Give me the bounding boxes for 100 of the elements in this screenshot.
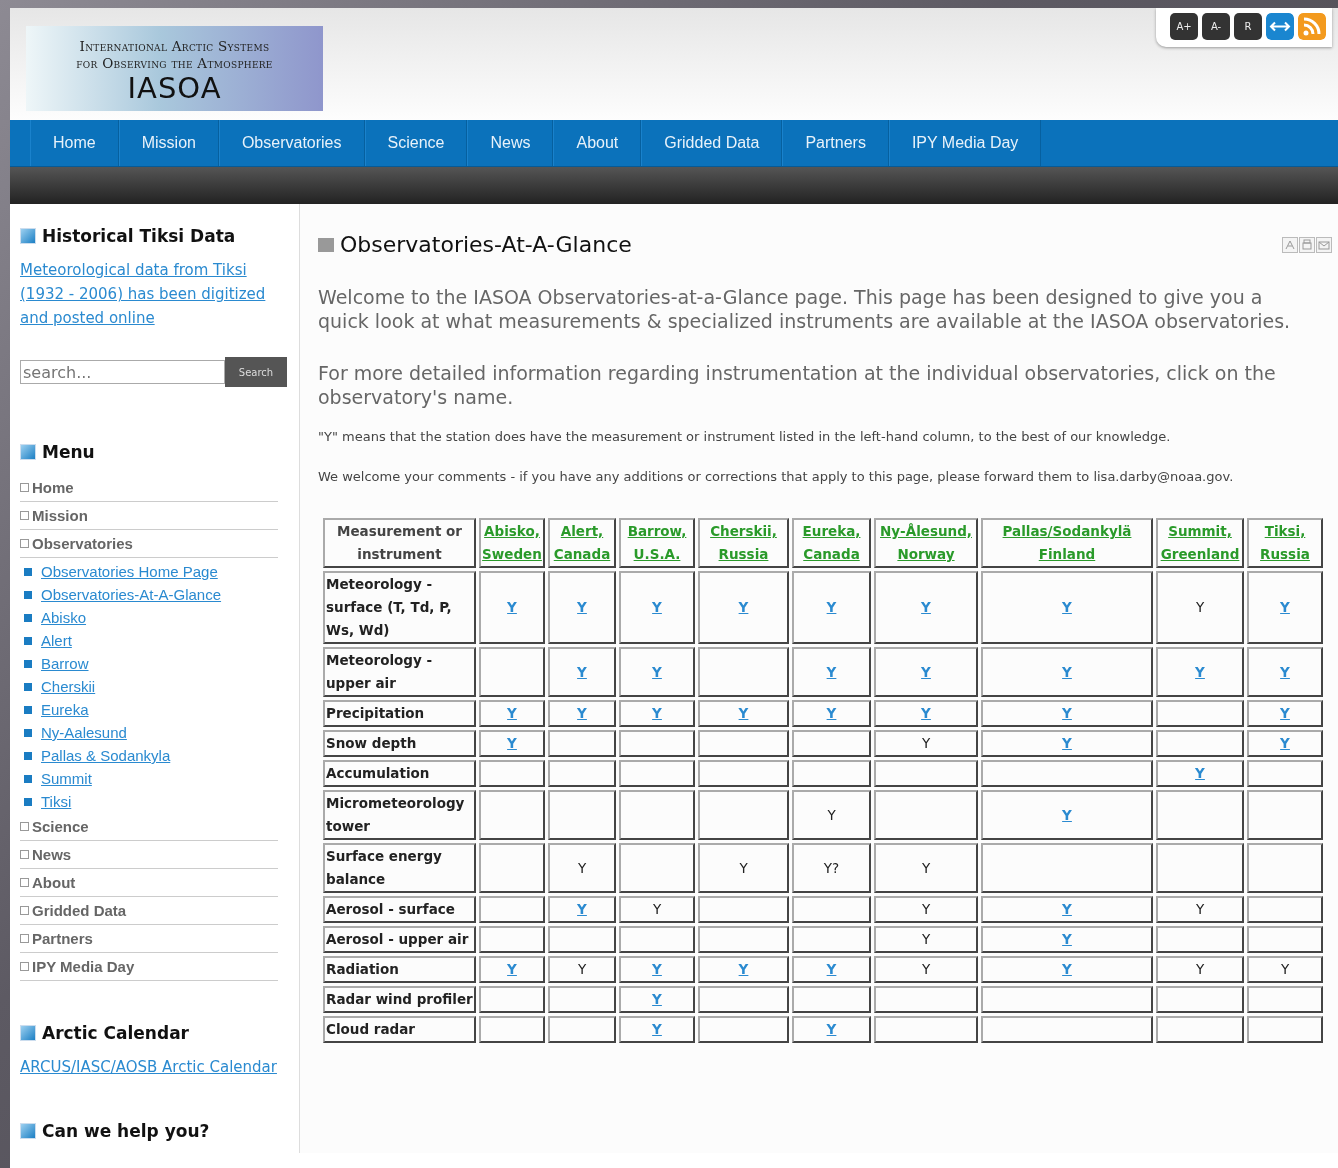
table-cell[interactable]: Y [981, 730, 1153, 757]
menu-item[interactable]: News [20, 841, 278, 869]
table-cell[interactable]: Y [792, 956, 871, 983]
submenu-link[interactable]: Barrow [41, 655, 89, 672]
table-cell[interactable]: Y [619, 647, 695, 697]
table-cell[interactable]: Y [981, 571, 1153, 644]
nav-item[interactable]: IPY Media Day [888, 120, 1042, 166]
font-size-button[interactable]: R [1234, 12, 1262, 40]
table-cell[interactable]: Y [1247, 571, 1323, 644]
table-cell[interactable]: Y [619, 986, 695, 1013]
table-cell[interactable]: Y [479, 700, 545, 727]
email-icon[interactable] [1316, 236, 1332, 253]
table-cell[interactable]: Y [792, 647, 871, 697]
table-cell[interactable]: Y [1247, 700, 1323, 727]
sidebar-link[interactable]: Meteorological data from Tiksi (1932 - 2006) has been digitized and posted online [20, 258, 287, 330]
bullet-icon [20, 878, 29, 887]
search-button[interactable]: Search [225, 357, 287, 387]
table-cell[interactable]: Y [479, 730, 545, 757]
sidebar-link[interactable]: ARCUS/IASC/AOSB Arctic Calendar [20, 1055, 287, 1079]
table-cell[interactable]: Y [619, 1016, 695, 1043]
table-cell[interactable]: Y [548, 700, 616, 727]
submenu-link[interactable]: Eureka [41, 701, 89, 718]
table-cell [479, 790, 545, 840]
table-cell[interactable]: Y [479, 956, 545, 983]
table-cell[interactable]: Y [1247, 647, 1323, 697]
menu-item[interactable]: Mission [20, 502, 278, 530]
table-cell[interactable]: Y [792, 700, 871, 727]
rss-icon[interactable] [1298, 12, 1326, 40]
nav-item[interactable]: Science [364, 120, 468, 166]
menu-item[interactable]: Observatories [20, 530, 278, 558]
column-header[interactable]: Eureka, Canada [792, 518, 871, 568]
row-label: Radiation [323, 956, 476, 983]
print-icon[interactable] [1299, 236, 1315, 253]
table-cell[interactable]: Y [698, 571, 789, 644]
column-header[interactable]: Ny-Ålesund, Norway [874, 518, 978, 568]
menu-item[interactable]: IPY Media Day [20, 953, 278, 981]
width-toggle-icon[interactable] [1266, 12, 1294, 40]
submenu-link[interactable]: Alert [41, 632, 72, 649]
column-header[interactable]: Abisko, Sweden [479, 518, 545, 568]
menu-item[interactable]: About [20, 869, 278, 897]
nav-item[interactable]: Home [30, 120, 119, 166]
column-header[interactable]: Summit, Greenland [1156, 518, 1244, 568]
table-cell[interactable]: Y [548, 896, 616, 923]
table-cell[interactable]: Y [1247, 730, 1323, 757]
table-cell[interactable]: Y [698, 956, 789, 983]
nav-item[interactable]: Observatories [218, 120, 365, 166]
submenu-link[interactable]: Abisko [41, 609, 87, 626]
font-size-button[interactable]: A+ [1170, 12, 1198, 40]
table-cell[interactable]: Y [874, 571, 978, 644]
bullet-icon [24, 682, 32, 691]
nav-item[interactable]: Partners [782, 120, 889, 166]
submenu-link[interactable]: Cherskii [41, 678, 96, 695]
submenu-link[interactable]: Observatories-At-A-Glance [41, 586, 222, 603]
table-cell[interactable]: Y [874, 700, 978, 727]
font-size-button[interactable]: A- [1202, 12, 1230, 40]
nav-item[interactable]: Gridded Data [641, 120, 783, 166]
nav-item[interactable]: News [467, 120, 554, 166]
table-cell[interactable]: Y [981, 926, 1153, 953]
column-header[interactable]: Barrow, U.S.A. [619, 518, 695, 568]
table-cell: Y [874, 730, 978, 757]
table-cell[interactable]: Y [981, 896, 1153, 923]
table-cell[interactable]: Y [981, 956, 1153, 983]
table-cell[interactable]: Y [981, 790, 1153, 840]
submenu-link[interactable]: Observatories Home Page [41, 563, 218, 580]
table-cell [479, 1016, 545, 1043]
menu-item[interactable]: Gridded Data [20, 897, 278, 925]
search-field[interactable]: search... [20, 360, 225, 384]
table-cell[interactable]: Y [619, 700, 695, 727]
nav-item[interactable]: About [553, 120, 642, 166]
row-label: Meteorology - upper air [323, 647, 476, 697]
column-header[interactable]: Alert, Canada [548, 518, 616, 568]
bullet-icon [24, 774, 32, 783]
table-cell[interactable]: Y [981, 700, 1153, 727]
table-cell[interactable]: Y [619, 956, 695, 983]
submenu-link[interactable]: Summit [41, 770, 92, 787]
table-cell[interactable]: Y [792, 1016, 871, 1043]
table-cell[interactable]: Y [1156, 760, 1244, 787]
table-cell[interactable]: Y [874, 647, 978, 697]
menu-item[interactable]: Science [20, 813, 278, 841]
pdf-icon[interactable] [1282, 236, 1298, 253]
table-cell[interactable]: Y [792, 571, 871, 644]
table-cell[interactable]: Y [548, 571, 616, 644]
logo[interactable]: International Arctic Systems for Observing the Atmosphere IASOA [26, 26, 323, 111]
menu-item[interactable]: Partners [20, 925, 278, 953]
nav-item[interactable]: Mission [118, 120, 219, 166]
submenu-link[interactable]: Pallas & Sodankyla [41, 747, 171, 764]
column-header[interactable]: Pallas/Sodankylä Finland [981, 518, 1153, 568]
table-cell[interactable]: Y [698, 700, 789, 727]
submenu-link[interactable]: Tiksi [41, 793, 72, 810]
sidebar-heading: Historical Tiksi Data [42, 226, 236, 246]
table-cell[interactable]: Y [1156, 647, 1244, 697]
table-cell[interactable]: Y [548, 647, 616, 697]
table-cell[interactable]: Y [619, 571, 695, 644]
table-cell[interactable]: Y [479, 571, 545, 644]
submenu-link[interactable]: Ny-Aalesund [41, 724, 127, 741]
table-cell[interactable]: Y [981, 647, 1153, 697]
bullet-icon [24, 636, 32, 645]
column-header[interactable]: Tiksi, Russia [1247, 518, 1323, 568]
column-header[interactable]: Cherskii, Russia [698, 518, 789, 568]
menu-item[interactable]: Home [20, 474, 278, 502]
